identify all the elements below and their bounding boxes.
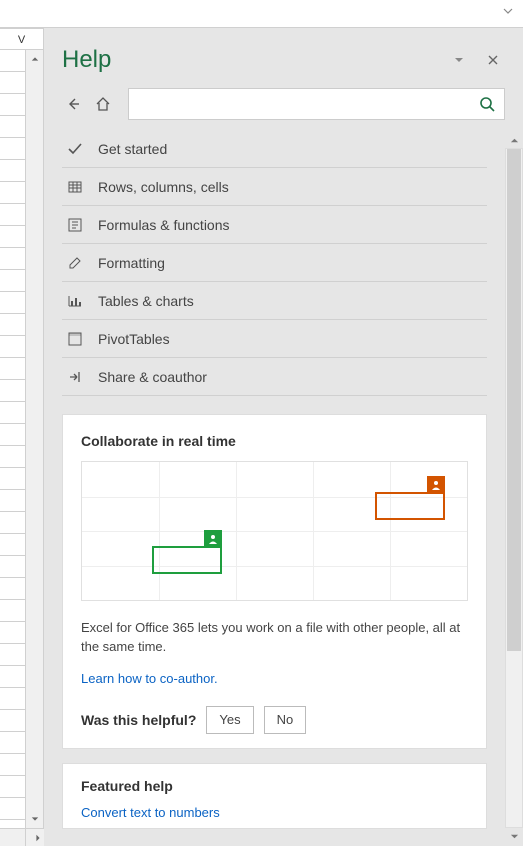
search-input[interactable]	[137, 97, 478, 112]
formula-bar[interactable]	[0, 0, 523, 28]
scrollbar-track[interactable]	[505, 148, 523, 828]
worksheet-edge: V	[0, 28, 44, 846]
back-icon[interactable]	[62, 93, 84, 115]
help-pane: Help	[44, 28, 523, 846]
person-icon	[427, 476, 445, 494]
scroll-right-icon[interactable]	[34, 834, 42, 842]
pane-vertical-scrollbar[interactable]	[505, 130, 523, 846]
pivot-icon	[66, 330, 84, 348]
feedback-yes-button[interactable]: Yes	[206, 706, 253, 734]
help-topics-list: Get started Rows, columns, cells	[62, 130, 487, 396]
topic-formulas-functions[interactable]: Formulas & functions	[62, 206, 487, 244]
topic-label: Formatting	[98, 255, 165, 271]
user-cursor-green	[152, 546, 222, 574]
topic-rows-columns-cells[interactable]: Rows, columns, cells	[62, 168, 487, 206]
featured-heading: Featured help	[81, 778, 468, 794]
featured-help-card: Featured help Convert text to numbers	[62, 763, 487, 829]
topic-label: Formulas & functions	[98, 217, 230, 233]
topic-label: Tables & charts	[98, 293, 194, 309]
collaborate-description: Excel for Office 365 lets you work on a …	[81, 619, 468, 657]
topic-pivottables[interactable]: PivotTables	[62, 320, 487, 358]
collaborate-card: Collaborate in real time	[62, 414, 487, 749]
topic-get-started[interactable]: Get started	[62, 130, 487, 168]
search-icon[interactable]	[478, 95, 496, 113]
scroll-up-icon[interactable]	[26, 50, 43, 68]
pane-options-icon[interactable]	[447, 48, 471, 72]
topic-label: Get started	[98, 141, 167, 157]
formula-bar-expand-icon[interactable]	[503, 6, 517, 20]
cells-column[interactable]	[0, 50, 26, 828]
topic-label: PivotTables	[98, 331, 170, 347]
sheet-horizontal-scrollbar[interactable]	[0, 828, 44, 846]
lower-area: V	[0, 28, 523, 846]
help-search-box[interactable]	[128, 88, 505, 120]
collaborate-illustration	[81, 461, 468, 601]
share-icon	[66, 368, 84, 386]
table-icon	[66, 178, 84, 196]
topic-formatting[interactable]: Formatting	[62, 244, 487, 282]
topic-label: Share & coauthor	[98, 369, 207, 385]
scroll-down-icon[interactable]	[505, 828, 523, 844]
coauthor-link[interactable]: Learn how to co-author.	[81, 671, 218, 686]
topic-share-coauthor[interactable]: Share & coauthor	[62, 358, 487, 396]
scrollbar-thumb[interactable]	[507, 149, 521, 651]
column-header[interactable]: V	[0, 28, 44, 50]
topic-label: Rows, columns, cells	[98, 179, 229, 195]
edit-icon	[66, 254, 84, 272]
help-content: Get started Rows, columns, cells	[44, 130, 505, 846]
person-icon	[204, 530, 222, 548]
app-root: V	[0, 0, 523, 846]
scroll-up-icon[interactable]	[505, 132, 523, 148]
feedback-question: Was this helpful?	[81, 712, 196, 728]
scroll-down-icon[interactable]	[26, 810, 43, 828]
user-cursor-orange	[375, 492, 445, 520]
chart-icon	[66, 292, 84, 310]
function-icon	[66, 216, 84, 234]
collaborate-heading: Collaborate in real time	[81, 433, 468, 449]
close-icon[interactable]	[481, 48, 505, 72]
featured-link-convert-text[interactable]: Convert text to numbers	[81, 805, 220, 820]
check-icon	[66, 140, 84, 158]
pane-title: Help	[62, 46, 437, 74]
topic-tables-charts[interactable]: Tables & charts	[62, 282, 487, 320]
sheet-vertical-scrollbar[interactable]	[26, 50, 44, 828]
home-icon[interactable]	[92, 93, 114, 115]
feedback-no-button[interactable]: No	[264, 706, 307, 734]
